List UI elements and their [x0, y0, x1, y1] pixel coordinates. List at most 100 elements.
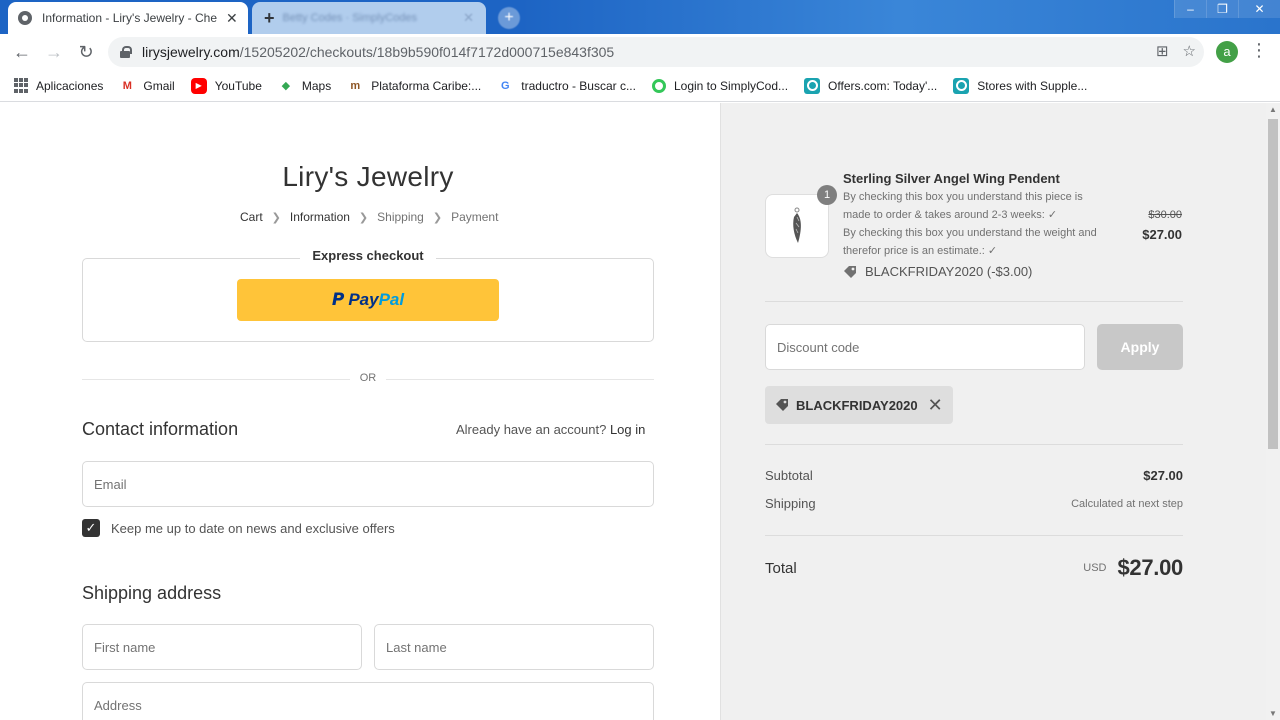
simplycodes-icon	[651, 78, 666, 93]
window-controls: – ❐ ✕	[1174, 0, 1280, 18]
bookmark-apps[interactable]: Aplicaciones	[14, 77, 104, 94]
page-scrollbar[interactable]: ▲ ▼	[1266, 103, 1280, 720]
chevron-right-icon: ❯	[271, 211, 281, 224]
total-row: Total USD $27.00	[765, 555, 1183, 581]
last-name-input[interactable]	[386, 639, 642, 655]
profile-avatar[interactable]: a	[1216, 41, 1238, 63]
bookmark-simplycodes[interactable]: Login to SimplyCod...	[651, 78, 789, 93]
product-discount: BLACKFRIDAY2020 (-$3.00)	[843, 264, 1032, 279]
page-content: Liry's Jewelry Cart ❯ Information ❯ Ship…	[0, 103, 1280, 720]
currency-label: USD	[1083, 562, 1107, 574]
subtotal-value: $27.00	[1143, 468, 1183, 483]
browser-menu-icon[interactable]: ⋮	[1250, 40, 1268, 61]
address-input[interactable]	[94, 697, 642, 713]
bookmark-label: Aplicaciones	[36, 78, 104, 93]
new-tab-icon[interactable]: +	[498, 7, 520, 29]
shipping-value: Calculated at next step	[1071, 497, 1183, 510]
bookmark-gmail[interactable]: M Gmail	[119, 78, 175, 94]
breadcrumb-information: Information	[289, 210, 350, 224]
total-amount: USD $27.00	[1083, 555, 1183, 581]
bookmark-label: YouTube	[214, 78, 262, 93]
email-input[interactable]	[94, 476, 642, 492]
address-field[interactable]	[82, 682, 654, 720]
summary-divider	[765, 535, 1183, 536]
translate-icon[interactable]: ⊞	[1156, 42, 1169, 60]
bookmark-star-icon[interactable]: ☆	[1183, 42, 1196, 60]
remove-code-icon[interactable]: ✕	[928, 395, 943, 416]
paypal-button[interactable]: 𝙋 Pay Pal	[237, 279, 499, 321]
breadcrumb-payment: Payment	[451, 210, 499, 224]
close-window-icon[interactable]: ✕	[1238, 0, 1280, 18]
price-original: $30.00	[1148, 209, 1182, 221]
maps-icon: ◆	[281, 80, 291, 92]
email-field[interactable]	[82, 461, 654, 507]
tab-close-icon[interactable]: ✕	[226, 10, 238, 27]
tag-icon	[776, 399, 788, 411]
bookmark-maps[interactable]: ◆ Maps	[278, 78, 332, 94]
bookmark-plataforma[interactable]: m Plataforma Caribe:...	[347, 78, 481, 94]
apply-button[interactable]: Apply	[1097, 324, 1183, 370]
last-name-field[interactable]	[374, 624, 654, 670]
offers-icon	[804, 77, 821, 94]
login-link[interactable]: Log in	[610, 422, 645, 437]
restore-icon[interactable]: ❐	[1206, 0, 1238, 18]
express-checkout-title: Express checkout	[300, 248, 436, 263]
url-domain: lirysjewelry.com	[142, 44, 240, 60]
scroll-up-icon[interactable]: ▲	[1269, 105, 1277, 114]
applied-code-chip: BLACKFRIDAY2020 ✕	[765, 386, 953, 424]
minimize-icon[interactable]: –	[1174, 0, 1206, 18]
apps-icon	[14, 77, 28, 94]
tab-inactive-title: Betty Codes · SimplyCodes	[282, 12, 418, 24]
checkout-main: Liry's Jewelry Cart ❯ Information ❯ Ship…	[0, 103, 720, 720]
shop-title[interactable]: Liry's Jewelry	[0, 161, 736, 193]
shipping-row: Shipping Calculated at next step	[765, 496, 1183, 511]
paypal-label-pal: Pal	[378, 290, 405, 309]
discount-field[interactable]	[765, 324, 1085, 370]
google-icon: G	[500, 79, 510, 92]
account-prompt-text: Already have an account?	[456, 422, 607, 437]
bookmark-stores[interactable]: Stores with Supple...	[953, 77, 1087, 94]
product-option: By checking this box you understand this…	[843, 191, 1083, 221]
price-current: $27.00	[1142, 227, 1182, 242]
subtotal-row: Subtotal $27.00	[765, 468, 1183, 483]
tab-title: Information - Liry's Jewelry - Che	[42, 11, 218, 25]
omnibox-icons: ⊞ ☆	[1156, 42, 1196, 60]
breadcrumb-cart[interactable]: Cart	[240, 210, 263, 224]
or-label: OR	[350, 372, 386, 384]
tab-inactive-close-icon[interactable]: ✕	[463, 10, 474, 26]
scroll-down-icon[interactable]: ▼	[1269, 709, 1277, 718]
newsletter-option[interactable]: ✓ Keep me up to date on news and exclusi…	[82, 519, 395, 537]
newsletter-checkbox[interactable]: ✓	[82, 519, 100, 537]
product-name: Sterling Silver Angel Wing Pendent	[843, 171, 1060, 186]
bookmark-label: Maps	[301, 78, 332, 93]
product-image	[765, 194, 829, 258]
lock-icon[interactable]	[120, 46, 132, 58]
total-label: Total	[765, 559, 797, 577]
window-titlebar: Information - Liry's Jewelry - Che ✕ + B…	[0, 0, 1280, 34]
forward-arrow-icon[interactable]: →	[38, 36, 70, 68]
breadcrumb-shipping: Shipping	[377, 210, 424, 224]
address-bar[interactable]: lirysjewelry.com/15205202/checkouts/18b9…	[108, 37, 1204, 67]
back-arrow-icon[interactable]: ←	[6, 36, 38, 68]
angel-wing-pendant-icon	[793, 207, 801, 243]
bookmark-label: Plataforma Caribe:...	[371, 78, 482, 93]
first-name-field[interactable]	[82, 624, 362, 670]
bookmark-label: Gmail	[143, 78, 175, 93]
bookmark-traductro[interactable]: G traductro - Buscar c...	[497, 78, 636, 94]
site-favicon-icon	[18, 11, 32, 25]
discount-input[interactable]	[777, 339, 1073, 355]
bookmark-label: Login to SimplyCod...	[673, 78, 789, 93]
tab-favicon-icon: +	[264, 7, 275, 28]
paypal-logo-icon: 𝙋	[331, 290, 345, 309]
url-path: /15205202/checkouts/18b9b590f014f7172d00…	[239, 44, 615, 60]
plataforma-icon: m	[350, 79, 361, 92]
first-name-input[interactable]	[94, 639, 350, 655]
bookmark-offers[interactable]: Offers.com: Today'...	[804, 77, 937, 94]
youtube-icon: ▶	[190, 77, 207, 94]
bookmark-youtube[interactable]: ▶ YouTube	[190, 77, 262, 94]
scrollbar-thumb[interactable]	[1268, 119, 1278, 449]
tab-inactive[interactable]: + Betty Codes · SimplyCodes ✕	[252, 2, 486, 34]
reload-icon[interactable]: ↻	[70, 36, 102, 68]
contact-title: Contact information	[82, 419, 239, 439]
tab-active[interactable]: Information - Liry's Jewelry - Che ✕	[8, 2, 248, 34]
